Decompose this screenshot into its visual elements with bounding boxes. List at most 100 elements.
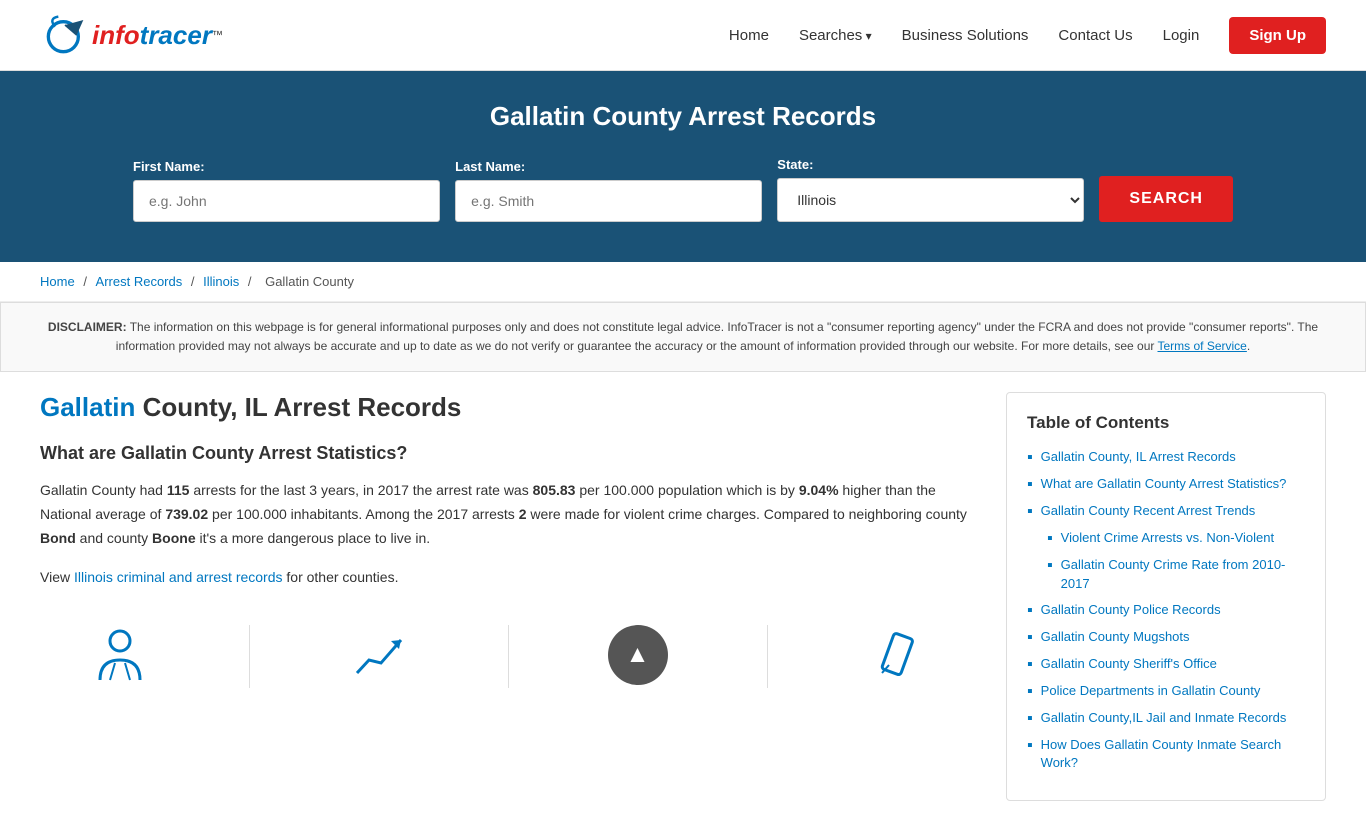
article-heading: Gallatin County, IL Arrest Records xyxy=(40,392,976,423)
p1-county1: Bond xyxy=(40,530,76,546)
hero-title: Gallatin County Arrest Records xyxy=(40,101,1326,132)
p1-county2: Boone xyxy=(152,530,196,546)
nav-searches[interactable]: Searches xyxy=(799,27,872,44)
toc-item: Gallatin County Crime Rate from 2010-201… xyxy=(1027,556,1305,592)
article-heading-rest: County, IL Arrest Records xyxy=(135,392,461,422)
toc-link[interactable]: Gallatin County Recent Arrest Trends xyxy=(1041,502,1256,520)
disclaimer-period: . xyxy=(1247,339,1250,353)
signup-button[interactable]: Sign Up xyxy=(1229,17,1326,54)
illinois-link[interactable]: Illinois criminal and arrest records xyxy=(74,569,283,585)
p1-national: 739.02 xyxy=(165,506,208,522)
first-name-input[interactable] xyxy=(133,180,440,222)
logo-text-area: infotracer™ xyxy=(92,20,223,51)
breadcrumb-arrest-records[interactable]: Arrest Records xyxy=(96,274,183,289)
toc-link[interactable]: Gallatin County Mugshots xyxy=(1041,628,1190,646)
disclaimer-text: The information on this webpage is for g… xyxy=(116,320,1318,353)
tos-link[interactable]: Terms of Service xyxy=(1158,339,1247,353)
breadcrumb: Home / Arrest Records / Illinois / Galla… xyxy=(0,262,1366,302)
p1-mid4: per 100.000 inhabitants. Among the 2017 … xyxy=(208,506,519,522)
toc-item: How Does Gallatin County Inmate Search W… xyxy=(1027,736,1305,772)
breadcrumb-sep3: / xyxy=(248,274,255,289)
p1-mid5: were made for violent crime charges. Com… xyxy=(526,506,966,522)
article: Gallatin County, IL Arrest Records What … xyxy=(40,392,1006,801)
toc-link[interactable]: Gallatin County, IL Arrest Records xyxy=(1041,448,1236,466)
logo-text-blue: tracer xyxy=(140,20,212,50)
state-select[interactable]: Illinois Alabama Alaska Arizona Arkansas… xyxy=(777,178,1084,222)
breadcrumb-home[interactable]: Home xyxy=(40,274,75,289)
toc-link[interactable]: Gallatin County,IL Jail and Inmate Recor… xyxy=(1041,709,1287,727)
toc-link[interactable]: Violent Crime Arrests vs. Non-Violent xyxy=(1061,529,1274,547)
breadcrumb-sep1: / xyxy=(83,274,90,289)
chart-up-icon xyxy=(349,625,409,685)
main-content: Gallatin County, IL Arrest Records What … xyxy=(0,372,1366,821)
breadcrumb-illinois[interactable]: Illinois xyxy=(203,274,239,289)
divider3 xyxy=(767,625,768,688)
site-header: infotracer™ Home Searches Business Solut… xyxy=(0,0,1366,71)
logo-icon xyxy=(40,10,90,60)
toc-link[interactable]: What are Gallatin County Arrest Statisti… xyxy=(1041,475,1287,493)
scroll-top-icon[interactable]: ▲ xyxy=(608,625,668,685)
icon-scroll-top[interactable]: ▲ xyxy=(608,625,668,688)
table-of-contents: Table of Contents Gallatin County, IL Ar… xyxy=(1006,392,1326,801)
toc-item: Gallatin County Recent Arrest Trends xyxy=(1027,502,1305,521)
p2-before: View xyxy=(40,569,74,585)
p2-after: for other counties. xyxy=(283,569,399,585)
p1-rate: 805.83 xyxy=(533,482,576,498)
p1-mid1: arrests for the last 3 years, in 2017 th… xyxy=(189,482,532,498)
icon-pencil xyxy=(867,625,927,688)
person-icon xyxy=(90,625,150,685)
state-group: State: Illinois Alabama Alaska Arizona A… xyxy=(777,157,1084,222)
toc-item: Gallatin County Mugshots xyxy=(1027,628,1305,647)
article-heading-highlight: Gallatin xyxy=(40,392,135,422)
sidebar: Table of Contents Gallatin County, IL Ar… xyxy=(1006,392,1326,801)
first-name-group: First Name: xyxy=(133,159,440,222)
divider1 xyxy=(249,625,250,688)
first-name-label: First Name: xyxy=(133,159,440,174)
toc-title: Table of Contents xyxy=(1027,413,1305,433)
toc-link[interactable]: Police Departments in Gallatin County xyxy=(1041,682,1261,700)
p1-mid2: per 100.000 population which is by xyxy=(575,482,798,498)
state-label: State: xyxy=(777,157,1084,172)
p1-before: Gallatin County had xyxy=(40,482,167,498)
hero-section: Gallatin County Arrest Records First Nam… xyxy=(0,71,1366,262)
main-nav: Home Searches Business Solutions Contact… xyxy=(729,17,1326,54)
toc-item: What are Gallatin County Arrest Statisti… xyxy=(1027,475,1305,494)
divider2 xyxy=(508,625,509,688)
toc-item: Police Departments in Gallatin County xyxy=(1027,682,1305,701)
icon-person xyxy=(90,625,150,688)
disclaimer-box: DISCLAIMER: The information on this webp… xyxy=(0,302,1366,372)
last-name-input[interactable] xyxy=(455,180,762,222)
toc-item: Gallatin County,IL Jail and Inmate Recor… xyxy=(1027,709,1305,728)
breadcrumb-sep2: / xyxy=(191,274,198,289)
disclaimer-label: DISCLAIMER: xyxy=(48,320,127,334)
logo-tm: ™ xyxy=(212,29,223,41)
nav-business-solutions[interactable]: Business Solutions xyxy=(902,27,1029,44)
login-button[interactable]: Login xyxy=(1163,27,1200,44)
toc-list: Gallatin County, IL Arrest Records What a… xyxy=(1027,448,1305,772)
last-name-label: Last Name: xyxy=(455,159,762,174)
toc-item: Gallatin County Police Records xyxy=(1027,601,1305,620)
icon-chart xyxy=(349,625,409,688)
icons-row: ▲ xyxy=(40,605,976,708)
logo-text-red: info xyxy=(92,20,140,50)
breadcrumb-gallatin: Gallatin County xyxy=(265,274,354,289)
nav-contact-us[interactable]: Contact Us xyxy=(1058,27,1132,44)
pencil-icon xyxy=(867,625,927,685)
p1-pct: 9.04% xyxy=(799,482,839,498)
nav-home[interactable]: Home xyxy=(729,27,769,44)
toc-item: Violent Crime Arrests vs. Non-Violent xyxy=(1027,529,1305,548)
section1-title: What are Gallatin County Arrest Statisti… xyxy=(40,443,976,464)
last-name-group: Last Name: xyxy=(455,159,762,222)
logo[interactable]: infotracer™ xyxy=(40,10,223,60)
toc-link[interactable]: Gallatin County Crime Rate from 2010-201… xyxy=(1061,556,1305,592)
search-form: First Name: Last Name: State: Illinois A… xyxy=(133,157,1233,222)
section1-paragraph2: View Illinois criminal and arrest record… xyxy=(40,566,976,590)
toc-item: Gallatin County, IL Arrest Records xyxy=(1027,448,1305,467)
toc-link[interactable]: Gallatin County Police Records xyxy=(1041,601,1221,619)
toc-item: Gallatin County Sheriff's Office xyxy=(1027,655,1305,674)
p1-mid6: and county xyxy=(76,530,152,546)
section1-paragraph1: Gallatin County had 115 arrests for the … xyxy=(40,479,976,550)
toc-link[interactable]: How Does Gallatin County Inmate Search W… xyxy=(1041,736,1305,772)
toc-link[interactable]: Gallatin County Sheriff's Office xyxy=(1041,655,1217,673)
search-button[interactable]: SEARCH xyxy=(1099,176,1233,222)
